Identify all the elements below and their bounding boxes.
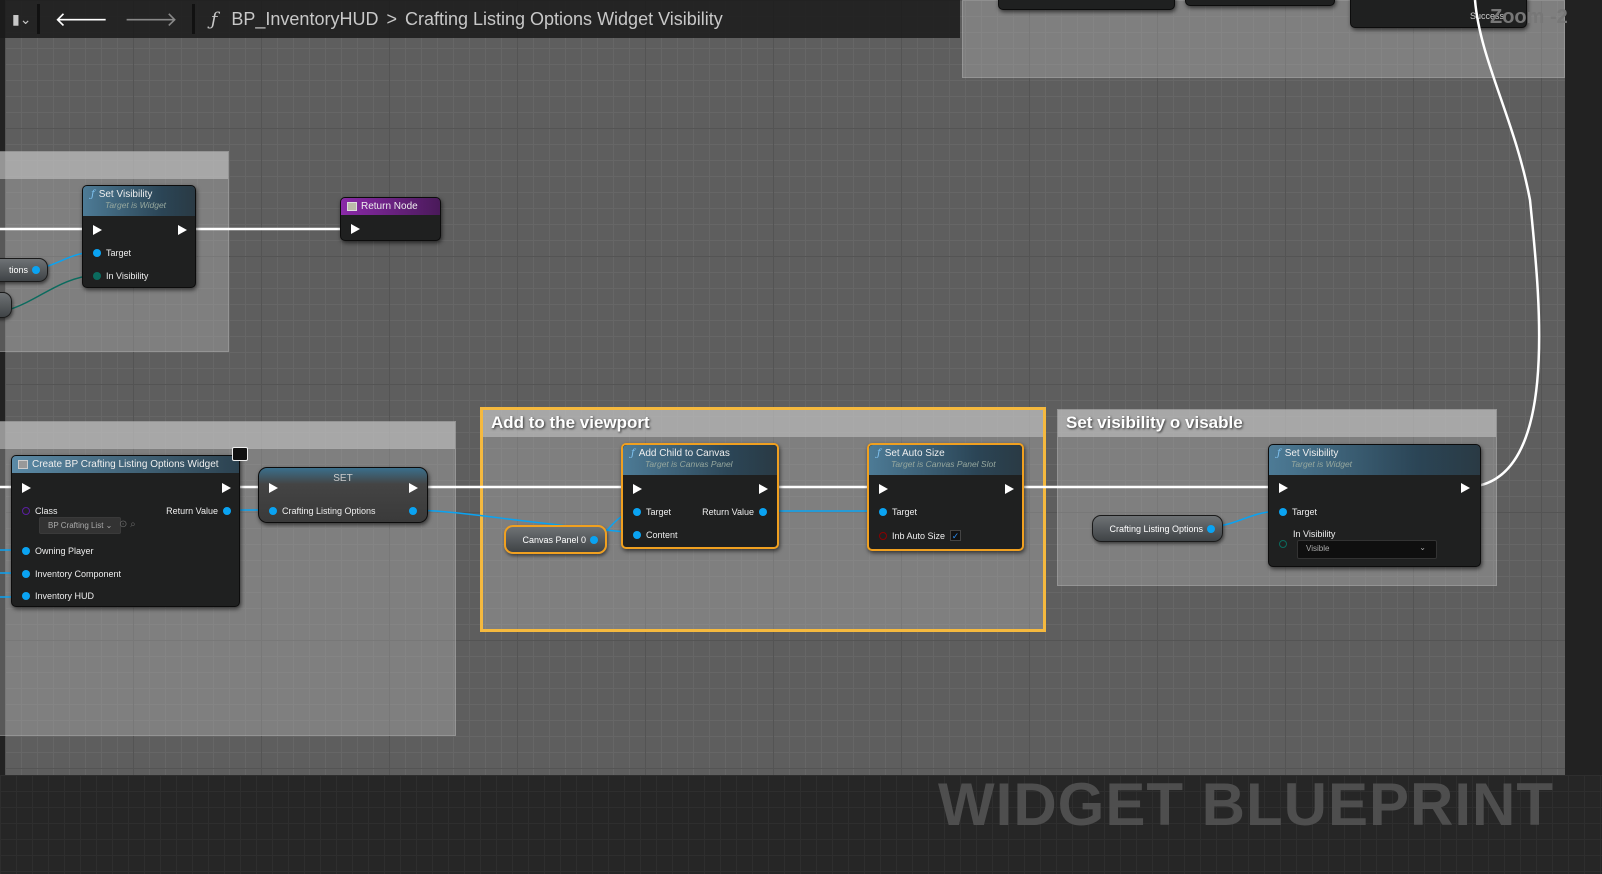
- visibility-dropdown[interactable]: Visible ⌄: [1297, 540, 1437, 559]
- pin-label: In Visibility: [1293, 529, 1336, 539]
- target-pin[interactable]: [1279, 508, 1287, 516]
- node-subtitle: Target is Widget: [105, 200, 167, 210]
- class-dropdown[interactable]: BP Crafting List ⌄: [39, 517, 122, 534]
- output-pin[interactable]: [1207, 524, 1215, 533]
- node-add-child-to-canvas[interactable]: ƒ Add Child to Canvas Target is Canvas Pan…: [621, 443, 779, 549]
- pin-label: Owning Player: [35, 546, 94, 556]
- visibility-pin[interactable]: [93, 272, 101, 280]
- pin-label: Target: [106, 248, 132, 258]
- inventory-component-pin[interactable]: [22, 570, 30, 578]
- output-pin[interactable]: [409, 507, 417, 515]
- function-icon: ƒ: [91, 189, 95, 200]
- chevron-down-icon: ⌄: [1419, 543, 1426, 552]
- pin-label: Inventory HUD: [35, 591, 95, 601]
- widget-icon: [18, 460, 28, 469]
- node-title: Add Child to Canvas: [638, 448, 730, 459]
- back-arrow-icon[interactable]: 🡐: [54, 7, 108, 32]
- exec-in-pin[interactable]: [93, 225, 102, 235]
- input-pin[interactable]: [269, 507, 277, 515]
- pin-label: Inb Auto Size: [892, 530, 946, 541]
- function-icon: ƒ: [210, 8, 218, 30]
- visibility-value: Visible: [1306, 544, 1330, 553]
- watermark: WIDGET BLUEPRINT: [938, 771, 1554, 838]
- exec-in-pin[interactable]: [633, 484, 642, 494]
- bookmark-icon[interactable]: ▮⌄: [12, 11, 31, 28]
- pin-label: Return Value: [166, 506, 218, 516]
- exec-out-pin[interactable]: [1461, 483, 1470, 493]
- node-title: Create BP Crafting Listing Options Widge…: [32, 459, 219, 470]
- target-pin[interactable]: [93, 249, 101, 257]
- exec-in-pin[interactable]: [22, 483, 31, 493]
- var-label: Canvas Panel 0: [522, 534, 586, 545]
- class-pin[interactable]: [22, 507, 30, 515]
- output-pin[interactable]: [590, 535, 598, 544]
- pin-label: In Visibility: [106, 271, 149, 281]
- wires: [0, 0, 1541, 598]
- node-title: SET: [333, 473, 353, 484]
- exec-in-pin[interactable]: [269, 483, 278, 493]
- breadcrumb-current: Crafting Listing Options Widget Visibili…: [404, 8, 723, 29]
- var-label: Crafting Listing Options: [1109, 523, 1203, 534]
- visibility-pin[interactable]: [1279, 540, 1287, 548]
- pin-label: Crafting Listing Options: [282, 506, 376, 516]
- exec-out-pin[interactable]: [222, 483, 231, 493]
- var-node-canvas-panel[interactable]: Canvas Panel 0: [504, 525, 607, 554]
- node-subtitle: Target is Canvas Panel Slot: [891, 459, 996, 469]
- pin-label: Inventory Component: [35, 569, 122, 579]
- return-pin[interactable]: [223, 507, 231, 515]
- forward-arrow-icon[interactable]: 🡒: [124, 7, 178, 32]
- monitor-icon: [232, 447, 248, 461]
- inventory-hud-pin[interactable]: [22, 592, 30, 600]
- function-icon: ƒ: [631, 448, 635, 459]
- var-node-partial[interactable]: [0, 292, 12, 318]
- pin-label: Target: [1292, 507, 1318, 517]
- owning-player-pin[interactable]: [22, 547, 30, 555]
- function-icon: ƒ: [1277, 448, 1281, 459]
- node-set-auto-size[interactable]: ƒ Set Auto Size Target is Canvas Panel Slo…: [867, 443, 1024, 551]
- exec-in-pin[interactable]: [351, 224, 360, 234]
- pin-label: Content: [646, 530, 678, 540]
- breadcrumb-separator: >: [386, 8, 397, 29]
- return-pin[interactable]: [759, 508, 767, 516]
- auto-size-checkbox[interactable]: ✓: [950, 530, 962, 541]
- return-node-icon: [347, 202, 357, 211]
- pin-label: Target: [646, 507, 672, 517]
- bool-pin[interactable]: [879, 531, 887, 540]
- exec-out-pin[interactable]: [178, 225, 187, 235]
- node-set-visibility-2[interactable]: ƒ Set Visibility Target is Widget Target I…: [1268, 444, 1481, 567]
- pin-label: Class: [35, 506, 58, 516]
- node-title: Set Visibility: [1284, 448, 1339, 459]
- content-pin[interactable]: [633, 531, 641, 539]
- node-title: Set Visibility: [98, 189, 153, 200]
- divider: [191, 4, 195, 34]
- pin-label: Target: [892, 507, 918, 517]
- toolbar: ▮⌄ 🡐 🡒 ƒ BP_InventoryHUD > Crafting List…: [0, 0, 960, 38]
- browse-icons[interactable]: ⊙ ⌕: [119, 519, 136, 530]
- exec-in-pin[interactable]: [879, 484, 888, 494]
- target-pin[interactable]: [879, 508, 887, 516]
- function-icon: ƒ: [877, 448, 881, 459]
- exec-out-pin[interactable]: [759, 484, 768, 494]
- divider: [37, 4, 41, 34]
- output-pin[interactable]: [32, 266, 40, 274]
- exec-wire: [1469, 0, 1541, 489]
- node-set-visibility-1[interactable]: ƒ Set Visibility Target is Widget Target I…: [82, 185, 196, 288]
- var-label: tions: [8, 265, 28, 275]
- node-title: Set Auto Size: [884, 448, 945, 459]
- class-value: BP Crafting List: [48, 521, 104, 530]
- target-pin[interactable]: [633, 508, 641, 516]
- exec-out-pin[interactable]: [409, 483, 418, 493]
- var-node-crafting-listing-options[interactable]: Crafting Listing Options: [1092, 515, 1223, 542]
- node-subtitle: Target is Widget: [1291, 459, 1353, 469]
- exec-in-pin[interactable]: [1279, 483, 1288, 493]
- node-set[interactable]: SET Crafting Listing Options: [258, 467, 428, 523]
- breadcrumb-root[interactable]: BP_InventoryHUD: [231, 9, 378, 30]
- node-return[interactable]: Return Node: [340, 197, 441, 241]
- var-node-crafting-options-partial[interactable]: tions: [0, 258, 48, 282]
- pin-label: Return Value: [702, 507, 754, 517]
- node-create-widget[interactable]: Create BP Crafting Listing Options Widge…: [11, 447, 248, 607]
- exec-out-pin[interactable]: [1005, 484, 1014, 494]
- node-subtitle: Target is Canvas Panel: [645, 459, 733, 469]
- node-title: Return Node: [361, 201, 418, 212]
